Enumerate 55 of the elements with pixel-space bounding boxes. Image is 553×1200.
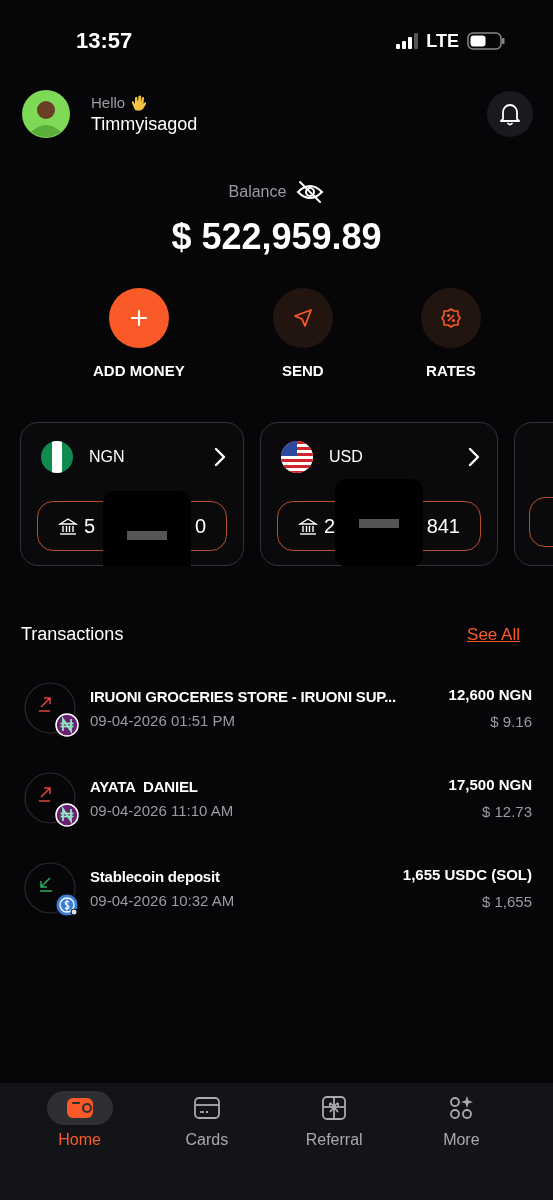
bank-icon [58,516,78,536]
outgoing-transfer-icon [24,682,79,737]
transaction-date: 09-04-2026 01:51 PM [90,711,237,729]
nav-tab[interactable]: Referral [289,1091,380,1149]
flag-icon [41,441,73,473]
flag-icon [281,441,313,473]
signal-icon [396,33,419,49]
waving-hand-icon [130,93,149,112]
action-button[interactable]: ADD MONEY [93,288,185,379]
transaction-usd-amount: $ 1,655 [481,893,532,910]
transaction-amount: 17,500 NGN [448,776,532,793]
transaction-title: Stablecoin deposit [90,867,221,885]
transaction-usd-amount: $ 12.73 [481,803,532,820]
transaction-row[interactable]: IRUONI GROCERIES STORE - IRUONI SUP... 09-04-2026 01:51 PM 12,600 NGN $ 9.16 [24,683,532,733]
transaction-amount: 1,655 USDC (SOL) [402,866,532,883]
transaction-title: IRUONI GROCERIES STORE - IRUONI SUP... [90,687,398,705]
battery-icon [467,32,505,50]
incoming-transfer-icon [24,862,79,917]
account-number-start: 5 [84,514,96,538]
balance-label: Balance [228,183,287,201]
bell-icon [499,102,521,126]
bank-icon [298,516,318,536]
account-card[interactable]: USD 2 841 [260,422,498,566]
greeting-text: Hello [91,94,126,111]
account-card[interactable]: NGN 5 0 [20,422,244,566]
transaction-row[interactable]: Stablecoin deposit 09-04-2026 10:32 AM 1,655 USDC (SOL) $ 1,655 [24,863,532,913]
transaction-date: 09-04-2026 11:10 AM [90,801,235,819]
transaction-date: 09-04-2026 10:32 AM [90,891,236,909]
hide-balance-icon[interactable] [296,180,325,204]
transaction-usd-amount: $ 9.16 [490,713,532,730]
account-number-start: 2 [324,514,336,538]
transaction-amount: 12,600 NGN [448,686,532,703]
notification-button[interactable] [487,91,533,137]
username: Timmyisagod [91,113,199,135]
transaction-title: AYATA DANIEL [90,777,199,795]
nav-tab[interactable]: Home [34,1091,125,1149]
outgoing-transfer-icon [24,772,79,827]
transaction-row[interactable]: AYATA DANIEL 09-04-2026 11:10 AM 17,500 NGN $ 12.73 [24,773,532,823]
chevron-right-icon [213,446,227,468]
nav-tab[interactable]: More [416,1091,507,1149]
section-title: Transactions [21,624,124,645]
chevron-right-icon [467,446,481,468]
balance-amount: $ 522,959.89 [171,216,382,258]
account-number-end: 841 [426,514,460,538]
currency-code: USD [329,448,364,466]
card-icon [191,1094,222,1122]
badge-percent-icon [440,307,462,329]
nav-tab[interactable]: Cards [161,1091,252,1149]
status-time: 13:57 [76,28,134,54]
avatar [22,90,70,138]
currency-code: NGN [89,448,126,466]
send-icon [291,307,314,329]
see-all-link[interactable]: See All [467,624,520,645]
account-number-end: 0 [194,514,206,538]
network-label: LTE [426,30,459,52]
